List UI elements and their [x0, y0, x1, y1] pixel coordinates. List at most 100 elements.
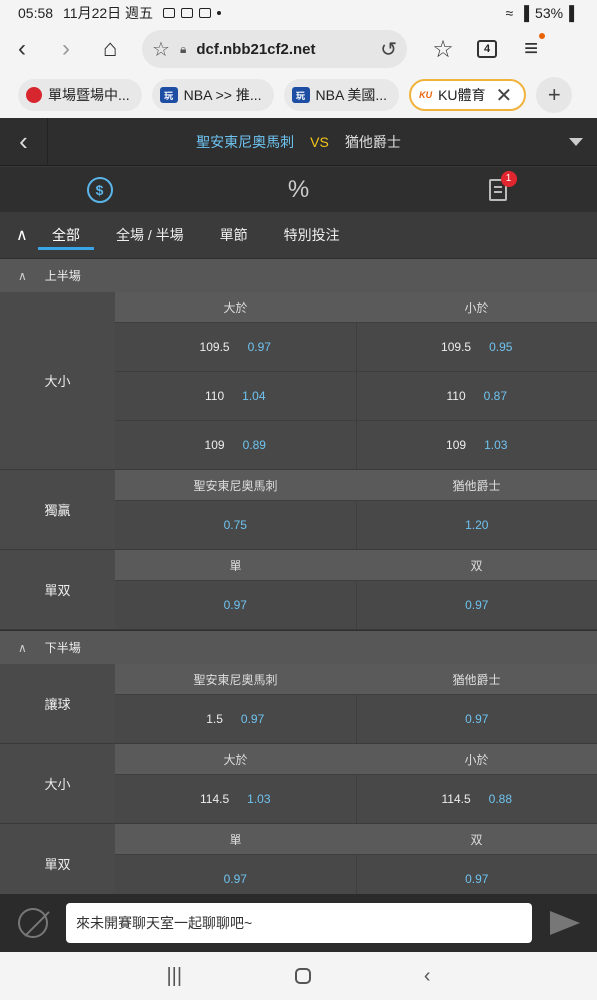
tab-label: KU體育 [438, 87, 486, 103]
odds-cell[interactable]: 109 1.03 [357, 421, 597, 469]
bet-slip-cell[interactable]: 1 [398, 170, 597, 201]
section-header-first-half[interactable]: ∧ 上半場 [0, 258, 597, 292]
bookmark-star-icon[interactable]: ☆ [152, 37, 170, 62]
line-value: 110 [205, 389, 225, 403]
reload-icon[interactable]: ↺ [380, 37, 397, 62]
line-value: 1.5 [206, 712, 223, 726]
match-dropdown-icon[interactable] [569, 137, 583, 146]
bet-slip-badge: 1 [500, 170, 517, 187]
odds-cell[interactable]: 109.5 0.97 [115, 323, 357, 371]
tabs-button[interactable]: 4 [465, 27, 509, 71]
forward-arrow-icon[interactable]: › [44, 27, 88, 71]
odds-cell[interactable]: 1.20 [357, 501, 597, 549]
red-badge-icon [26, 87, 42, 103]
home-button-icon[interactable] [294, 968, 311, 984]
tab-full-half[interactable]: 全場 / 半場 [116, 212, 184, 258]
tab-all[interactable]: 全部 [38, 212, 94, 258]
recent-apps-icon[interactable]: ||| [166, 965, 182, 988]
section-header-second-half[interactable]: ∧ 下半場 [0, 630, 597, 664]
odds-cell[interactable]: 0.97 [115, 581, 357, 629]
tab-quarter[interactable]: 單節 [220, 212, 248, 258]
collapse-chevron-icon[interactable]: ∧ [18, 269, 27, 283]
match-header: ‹ 聖安東尼奧馬刺 VS 猶他爵士 [0, 117, 597, 166]
market-over-under: 大小 大於 小於 114.5 1.03 114.5 0.88 [0, 744, 597, 824]
odds-value: 0.97 [465, 872, 489, 886]
odds-cell[interactable]: 110 0.87 [357, 372, 597, 420]
col-header: 双 [470, 832, 483, 847]
odds-cell[interactable]: 0.97 [115, 855, 357, 894]
url-bar[interactable]: ☆ 🔒︎ dcf.nbb21cf2.net ↺ [142, 30, 407, 68]
send-icon[interactable] [532, 911, 597, 935]
odds-cell[interactable]: 0.97 [357, 581, 597, 629]
browser-tab-2[interactable]: 玩 NBA >> 推... [151, 79, 274, 111]
col-header: 小於 [464, 752, 489, 767]
browser-tab-1[interactable]: 單場暨場中... [18, 79, 142, 111]
back-arrow-icon[interactable]: ‹ [0, 27, 44, 71]
market-handicap: 讓球 聖安東尼奧馬刺 猶他爵士 1.5 0.97 0.97 [0, 664, 597, 744]
blue-logo-icon: 玩 [159, 87, 178, 103]
tab-label: NBA >> 推... [183, 87, 262, 103]
back-chevron-icon[interactable]: ‹ [0, 117, 48, 166]
browser-tab-3[interactable]: 玩 NBA 美國... [283, 79, 400, 111]
odds-value: 1.03 [484, 438, 508, 452]
percent-icon[interactable]: % [288, 176, 309, 204]
odds-cell[interactable]: 114.5 0.88 [357, 775, 597, 823]
col-header: 聖安東尼奧馬刺 [193, 478, 278, 493]
market-moneyline: 獨贏 聖安東尼奧馬刺 猶他爵士 0.75 1.20 [0, 470, 597, 550]
odds-cell[interactable]: 109.5 0.95 [357, 323, 597, 371]
close-tab-icon[interactable]: ✕ [496, 83, 513, 108]
line-value: 109.5 [199, 340, 230, 354]
odds-cell[interactable]: 1.5 0.97 [115, 695, 357, 743]
menu-icon[interactable]: ≡ [509, 27, 553, 71]
market-label: 讓球 [0, 664, 115, 743]
browser-tab-active[interactable]: KU KU體育 ✕ [409, 79, 527, 111]
odds-value: 0.75 [223, 518, 247, 532]
new-tab-plus-icon[interactable]: + [536, 77, 573, 113]
away-team: 猶他爵士 [344, 133, 401, 150]
collapse-chevron-icon[interactable]: ∧ [16, 225, 52, 245]
dollar-circle-icon[interactable]: $ [86, 176, 113, 203]
odds-cell[interactable]: 114.5 1.03 [115, 775, 357, 823]
odds-cell[interactable]: 0.75 [115, 501, 357, 549]
col-header: 双 [470, 558, 483, 573]
lock-icon: 🔒︎ [179, 41, 187, 56]
system-back-icon[interactable]: ‹ [424, 965, 431, 988]
chat-bar: 來未開賽聊天室一起聊聊吧~ [0, 894, 597, 952]
odds-cell[interactable]: 0.97 [357, 855, 597, 894]
status-bar: 05:58 11月22日 週五 ≈ ▐ 53% ▌ [0, 0, 597, 26]
odds-list: ∧ 上半場 大小 大於 小於 109.5 0.97 109.5 0.95 110 1.… [0, 258, 597, 894]
gallery-icon [163, 8, 176, 18]
market-label: 單双 [0, 550, 115, 629]
tab-special[interactable]: 特別投注 [284, 212, 340, 258]
odds-value: 0.88 [488, 792, 512, 806]
odds-cell[interactable]: 0.97 [357, 695, 597, 743]
line-value: 114.5 [200, 792, 230, 806]
line-value: 109 [204, 438, 225, 452]
update-dot [539, 33, 545, 39]
collapse-chevron-icon[interactable]: ∧ [18, 641, 27, 655]
status-right: ≈ ▐ 53% ▌ [505, 5, 579, 21]
col-header: 猶他爵士 [452, 478, 501, 493]
chat-input[interactable]: 來未開賽聊天室一起聊聊吧~ [66, 903, 532, 943]
home-team: 聖安東尼奧馬刺 [196, 133, 295, 150]
signal-icon: ▐ [519, 5, 530, 21]
percent-cell[interactable]: % [199, 176, 398, 204]
add-bookmark-icon[interactable]: ☆ [421, 27, 465, 71]
odds-value: 0.95 [489, 340, 513, 354]
battery-icon: ▌ [569, 5, 579, 21]
odds-cell[interactable]: 110 1.04 [115, 372, 357, 420]
bet-slip-icon[interactable]: 1 [488, 170, 517, 201]
odds-cell[interactable]: 109 0.89 [115, 421, 357, 469]
odds-value: 0.97 [247, 340, 271, 354]
match-title[interactable]: 聖安東尼奧馬刺 VS 猶他爵士 [48, 132, 569, 152]
chat-disabled-icon[interactable] [0, 908, 66, 938]
url-text[interactable]: dcf.nbb21cf2.net [196, 41, 380, 58]
home-icon[interactable]: ⌂ [88, 27, 132, 71]
market-odd-even: 單双 單 双 0.97 0.97 [0, 824, 597, 894]
line-value: 110 [446, 389, 466, 403]
line-value: 109.5 [441, 340, 472, 354]
odds-cell[interactable]: $ [0, 176, 199, 203]
col-header: 大於 [223, 300, 248, 315]
odds-value: 1.03 [247, 792, 271, 806]
notification-icons [163, 8, 222, 18]
